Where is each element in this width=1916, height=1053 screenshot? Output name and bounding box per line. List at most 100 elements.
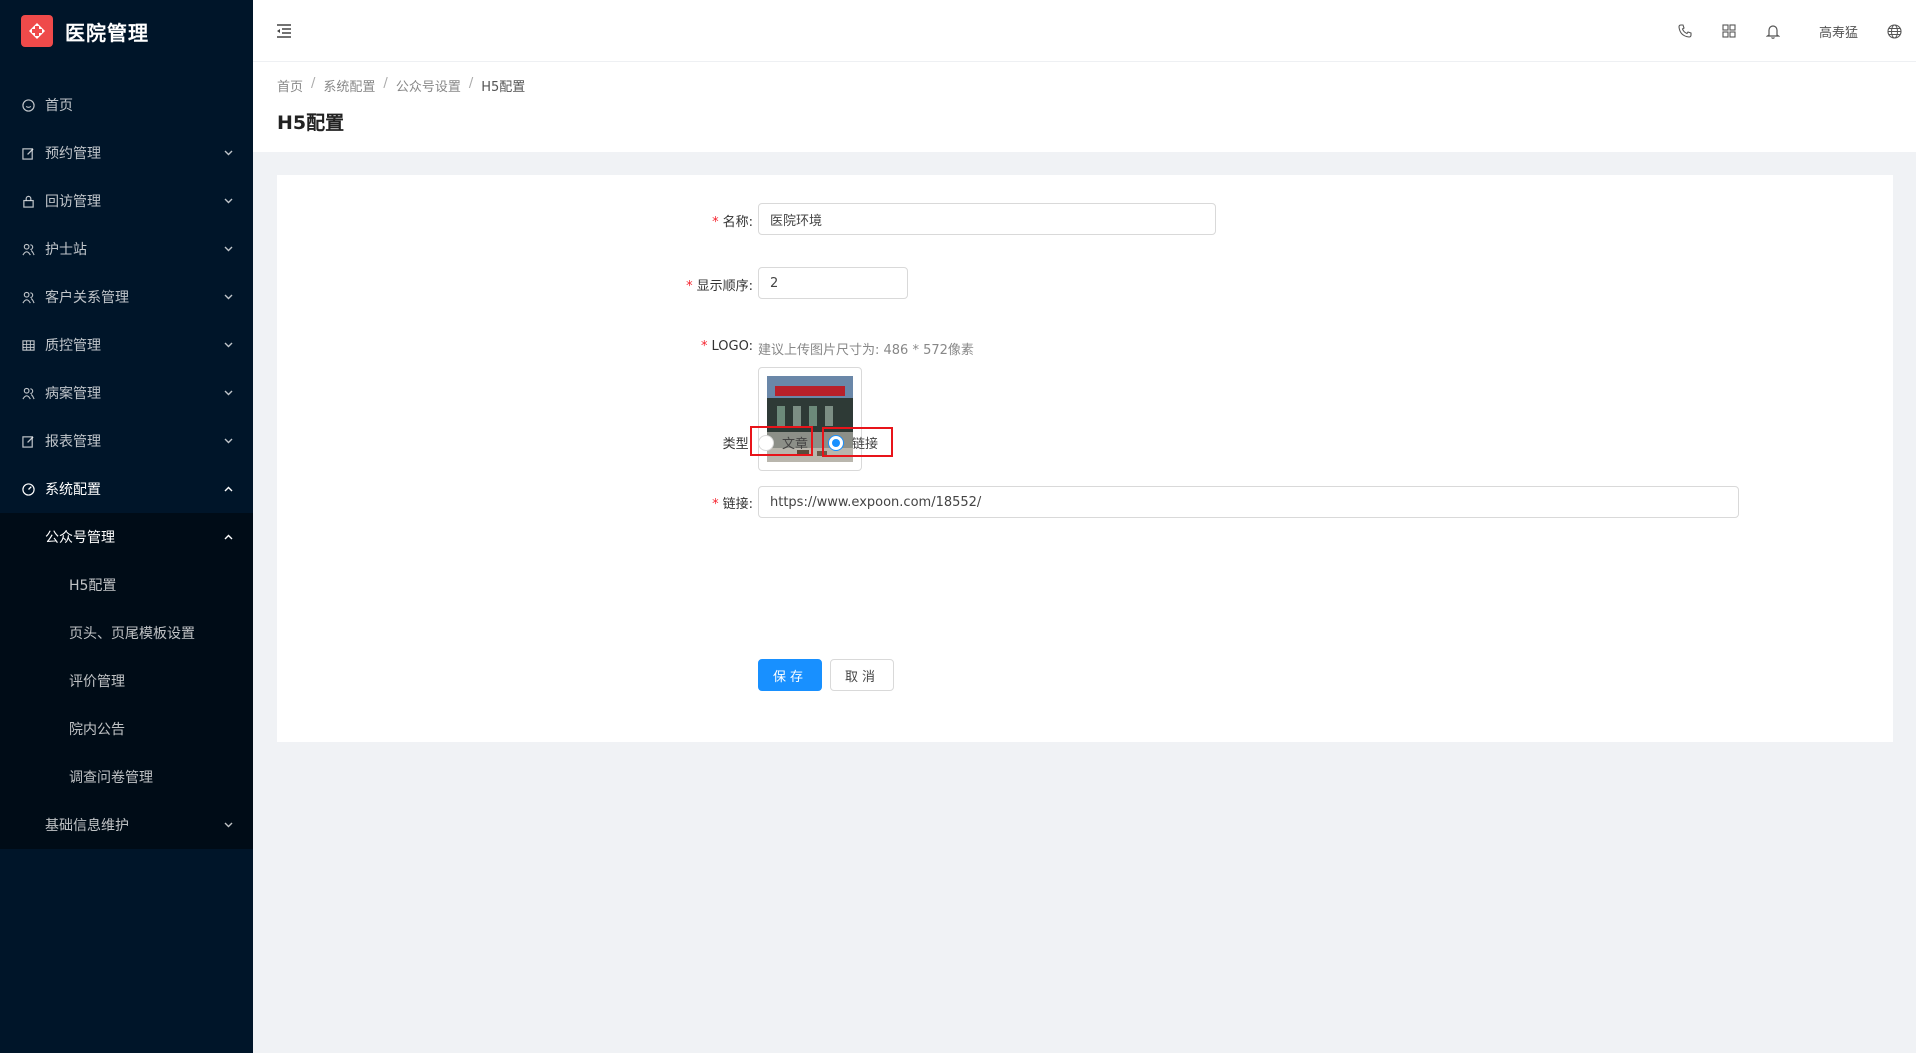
sidebar-item-label: 回访管理 bbox=[45, 194, 101, 210]
breadcrumb-current: H5配置 bbox=[481, 80, 526, 95]
apps-grid-icon[interactable] bbox=[1719, 21, 1739, 41]
radio-label: 文章 bbox=[782, 437, 809, 452]
sidebar-item-h5-config[interactable]: H5配置 bbox=[0, 561, 253, 609]
sidebar-item-label: 公众号管理 bbox=[45, 530, 115, 546]
breadcrumb-separator: / bbox=[311, 76, 316, 91]
sidebar-item-label: 系统配置 bbox=[45, 482, 101, 498]
chevron-down-icon bbox=[223, 292, 233, 302]
radio-label: 链接 bbox=[852, 437, 879, 452]
header-tools: 高寿猛 bbox=[1663, 0, 1916, 62]
sidebar-item-label: 客户关系管理 bbox=[45, 290, 129, 306]
sidebar-item-appointments[interactable]: 预约管理 bbox=[0, 129, 253, 177]
cancel-button[interactable]: 取消 bbox=[830, 659, 894, 691]
required-mark: * bbox=[712, 215, 719, 230]
users-icon bbox=[21, 386, 35, 400]
dashboard-icon bbox=[21, 98, 35, 112]
sidebar-item-label: 评价管理 bbox=[69, 674, 125, 690]
bell-icon[interactable] bbox=[1763, 21, 1783, 41]
sidebar-item-reports[interactable]: 报表管理 bbox=[0, 417, 253, 465]
breadcrumb-separator: / bbox=[468, 76, 474, 91]
breadcrumb-wechat-settings[interactable]: 公众号设置 bbox=[396, 76, 461, 95]
chevron-up-icon bbox=[223, 484, 233, 494]
submenu-system-config: 公众号管理 H5配置 页头、页尾模板设置 评价管理 院内公告 调查问卷管理 基础… bbox=[0, 513, 253, 849]
sidebar-item-quality[interactable]: 质控管理 bbox=[0, 321, 253, 369]
breadcrumb-separator: / bbox=[383, 76, 388, 91]
sidebar: 医院管理 首页 预约管理 回访管理 护士站 客户关系管理 质控管理 病案管理 报… bbox=[0, 0, 253, 1053]
sidebar-item-survey-management[interactable]: 调查问卷管理 bbox=[0, 753, 253, 801]
sidebar-item-label: 预约管理 bbox=[45, 146, 101, 162]
chevron-down-icon bbox=[223, 340, 233, 350]
sidebar-item-label: 院内公告 bbox=[69, 722, 125, 738]
sidebar-item-system-config[interactable]: 系统配置 bbox=[0, 465, 253, 513]
radio-checked bbox=[828, 434, 844, 451]
type-label-text: 类型: bbox=[722, 437, 753, 452]
type-label: 类型: bbox=[657, 433, 753, 452]
chevron-down-icon bbox=[223, 148, 233, 158]
app-logo[interactable]: 医院管理 bbox=[0, 0, 253, 62]
edit-icon bbox=[21, 434, 35, 448]
sidebar-item-label: 页头、页尾模板设置 bbox=[69, 626, 195, 642]
link-label: * 链接: bbox=[657, 493, 753, 512]
chevron-down-icon bbox=[223, 436, 233, 446]
menu-fold-icon[interactable] bbox=[275, 22, 293, 40]
order-label-text: 显示顺序: bbox=[696, 279, 753, 294]
radio-unchecked bbox=[758, 434, 774, 451]
logo-size-hint: 建议上传图片尺寸为: 486 * 572像素 bbox=[758, 343, 974, 358]
order-input[interactable]: 2 bbox=[758, 267, 908, 299]
sidebar-item-label: 病案管理 bbox=[45, 386, 101, 402]
sidebar-item-crm[interactable]: 客户关系管理 bbox=[0, 273, 253, 321]
breadcrumb: 首页 / 系统配置 / 公众号设置 / H5配置 bbox=[277, 76, 525, 95]
breadcrumb-system-config[interactable]: 系统配置 bbox=[323, 76, 375, 95]
phone-icon[interactable] bbox=[1675, 21, 1695, 41]
sidebar-item-label: 质控管理 bbox=[45, 338, 101, 354]
sidebar-item-label: 首页 bbox=[45, 98, 73, 114]
link-input[interactable]: https://www.expoon.com/18552/ bbox=[758, 486, 1739, 518]
sidebar-item-label: 护士站 bbox=[45, 242, 87, 258]
required-mark: * bbox=[686, 279, 693, 294]
name-label-text: 名称: bbox=[722, 215, 753, 230]
sidebar-item-label: H5配置 bbox=[69, 578, 117, 594]
type-radio-link[interactable]: 链接 bbox=[828, 433, 878, 452]
sidebar-item-nurse-station[interactable]: 护士站 bbox=[0, 225, 253, 273]
submenu-wechat: H5配置 页头、页尾模板设置 评价管理 院内公告 调查问卷管理 bbox=[0, 561, 253, 801]
sidebar-item-header-footer-template[interactable]: 页头、页尾模板设置 bbox=[0, 609, 253, 657]
sidebar-item-home[interactable]: 首页 bbox=[0, 81, 253, 129]
required-mark: * bbox=[701, 339, 708, 354]
users-icon bbox=[21, 290, 35, 304]
hospital-logo-icon bbox=[21, 15, 53, 47]
users-icon bbox=[21, 242, 35, 256]
chevron-down-icon bbox=[223, 244, 233, 254]
app-title: 医院管理 bbox=[65, 20, 149, 45]
lock-icon bbox=[21, 194, 35, 208]
sidebar-item-basic-info[interactable]: 基础信息维护 bbox=[0, 801, 253, 849]
form-card: * 名称: 医院环境 * 显示顺序: 2 * LOGO: 建议上传图片尺寸为: 486… bbox=[277, 175, 1893, 742]
sidebar-item-review-management[interactable]: 评价管理 bbox=[0, 657, 253, 705]
name-input[interactable]: 医院环境 bbox=[758, 203, 1216, 235]
user-name[interactable]: 高寿猛 bbox=[1819, 22, 1858, 41]
sidebar-item-label: 调查问卷管理 bbox=[69, 770, 153, 786]
sidebar-menu: 首页 预约管理 回访管理 护士站 客户关系管理 质控管理 病案管理 报表管理 系… bbox=[0, 81, 253, 849]
name-label: * 名称: bbox=[657, 211, 753, 230]
sidebar-item-records[interactable]: 病案管理 bbox=[0, 369, 253, 417]
order-label: * 显示顺序: bbox=[657, 275, 753, 294]
page-title: H5配置 bbox=[277, 112, 345, 134]
logo-label: * LOGO: bbox=[657, 339, 753, 354]
save-button[interactable]: 保存 bbox=[758, 659, 822, 691]
page-header: 首页 / 系统配置 / 公众号设置 / H5配置 H5配置 bbox=[253, 62, 1916, 152]
sidebar-item-followup[interactable]: 回访管理 bbox=[0, 177, 253, 225]
sidebar-item-wechat-management[interactable]: 公众号管理 bbox=[0, 513, 253, 561]
top-header: 高寿猛 bbox=[253, 0, 1916, 62]
logo-label-text: LOGO: bbox=[711, 339, 753, 354]
globe-icon[interactable] bbox=[1884, 21, 1904, 41]
sidebar-item-label: 报表管理 bbox=[45, 434, 101, 450]
link-label-text: 链接: bbox=[722, 497, 753, 512]
chevron-down-icon bbox=[223, 820, 233, 830]
required-mark: * bbox=[712, 497, 719, 512]
sidebar-item-label: 基础信息维护 bbox=[45, 818, 129, 834]
chevron-down-icon bbox=[223, 196, 233, 206]
breadcrumb-home[interactable]: 首页 bbox=[277, 76, 303, 95]
sidebar-item-announcements[interactable]: 院内公告 bbox=[0, 705, 253, 753]
dashboard-icon bbox=[21, 482, 35, 496]
type-radio-article[interactable]: 文章 bbox=[758, 433, 808, 452]
table-icon bbox=[21, 338, 35, 352]
